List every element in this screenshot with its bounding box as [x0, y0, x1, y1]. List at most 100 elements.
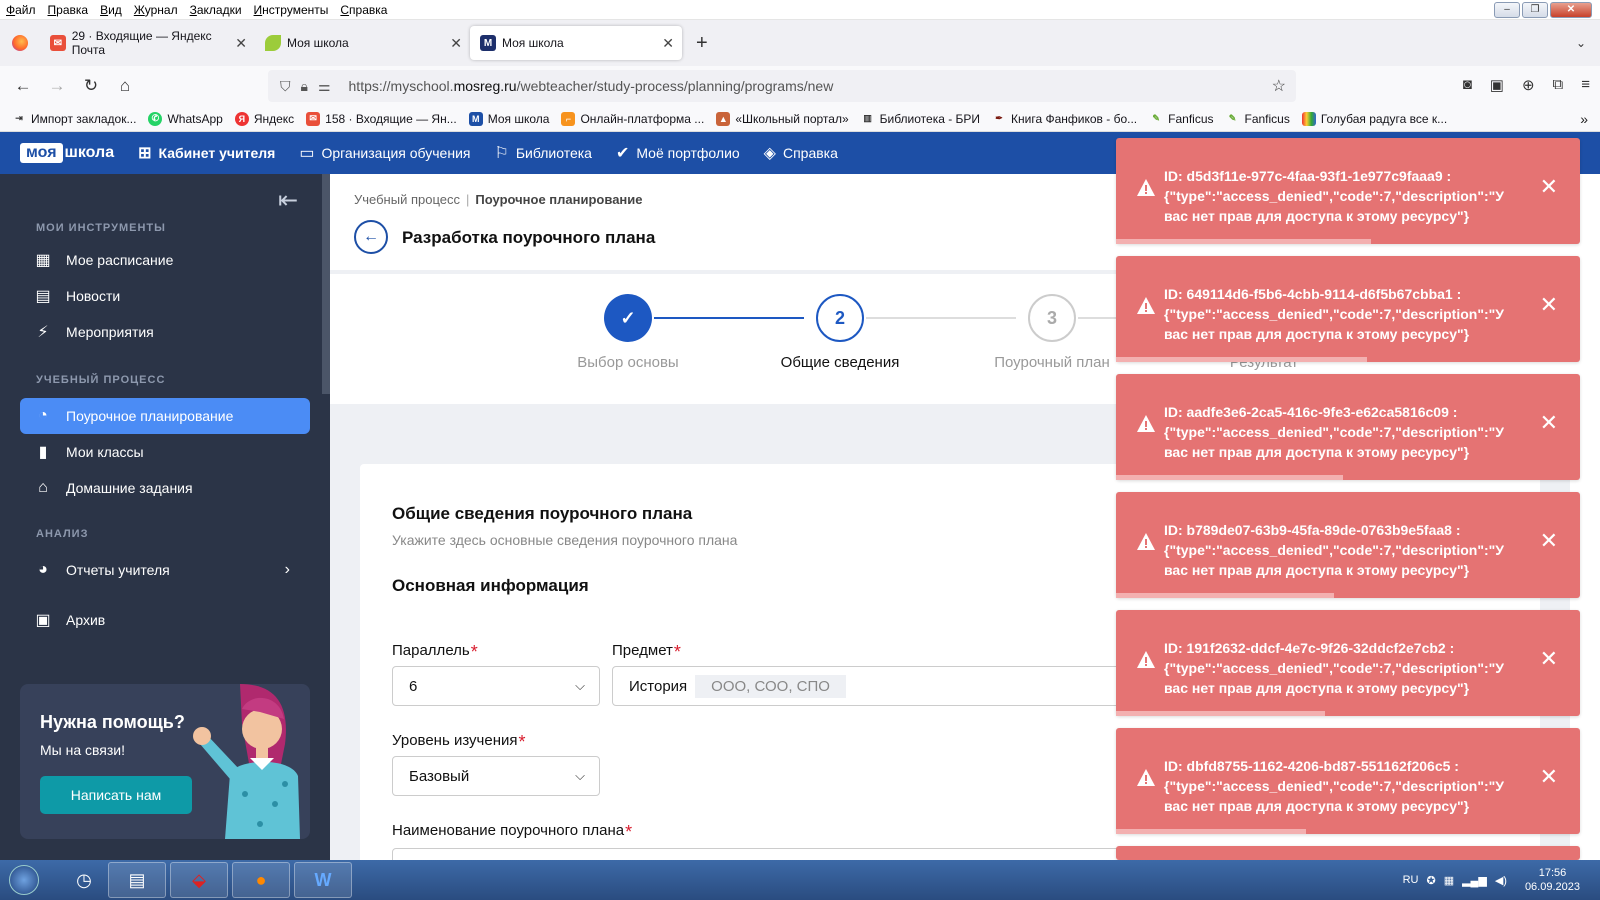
list-tabs-icon[interactable]: ⌄ — [1576, 36, 1586, 50]
step-1-check-icon[interactable]: ✓ — [604, 294, 652, 342]
pocket-icon[interactable]: ◙ — [1463, 76, 1472, 94]
volume-icon[interactable]: ◀) — [1495, 874, 1507, 887]
forward-arrow-icon[interactable]: → — [40, 76, 74, 96]
reload-icon[interactable]: ↻ — [74, 76, 108, 96]
close-tab-icon[interactable]: ✕ — [235, 35, 247, 52]
close-tab-icon[interactable]: ✕ — [450, 35, 462, 52]
more-bookmarks-icon[interactable]: » — [1580, 111, 1588, 127]
collapse-sidebar-icon[interactable]: ⇤ — [278, 186, 298, 215]
close-toast-icon[interactable]: ✕ — [1540, 292, 1558, 318]
nav-library[interactable]: ⚐ Библиотека — [494, 143, 591, 163]
parallel-select[interactable]: 6 ⌵ — [392, 666, 600, 706]
write-us-button[interactable]: Написать нам — [40, 776, 192, 814]
toast-text: ID: 191f2632-ddcf-4e7c-9f26-32ddcf2e7cb2… — [1164, 640, 1504, 696]
bookmark-star-icon[interactable]: ☆ — [1272, 76, 1286, 96]
bookmark-item[interactable]: ⌐ Онлайн-платформа ... — [561, 111, 704, 126]
bookmark-item[interactable]: ✆ WhatsApp — [148, 111, 223, 126]
sidebar-item-news[interactable]: ▤ Новости — [20, 278, 310, 314]
menu-file[interactable]: Файл — [0, 3, 42, 17]
explorer-icon[interactable]: ▤ — [108, 862, 166, 898]
toast-text: ID: b789de07-63b9-45fa-89de-0763b9e5faa8… — [1164, 522, 1504, 578]
menu-hamburger-icon[interactable]: ≡ — [1581, 76, 1590, 94]
nav-portfolio[interactable]: ✔ Моё портфолио — [616, 143, 740, 163]
extension-icon[interactable]: ▣ — [1490, 76, 1504, 94]
bookmark-item[interactable]: Я Яндекс — [234, 111, 294, 126]
bookmark-item[interactable]: ⇥ Импорт закладок... — [12, 112, 136, 126]
clock-gadget-icon[interactable]: ◷ — [64, 862, 104, 898]
tab-myschool-1[interactable]: Моя школа ✕ — [255, 26, 470, 60]
back-arrow-icon[interactable]: ← — [6, 76, 40, 96]
myschool-logo[interactable]: моя школа — [20, 143, 114, 163]
permissions-icon[interactable]: ⚌ — [318, 78, 331, 95]
clock[interactable]: 17:56 06.09.2023 — [1525, 866, 1580, 894]
sidebar-item-homework[interactable]: ⌂ Домашние задания — [20, 470, 310, 506]
network-icon[interactable]: ▂▄▆ — [1462, 874, 1487, 887]
nav-teacher-cabinet[interactable]: ⊞ Кабинет учителя — [138, 143, 275, 163]
tab-myschool-active[interactable]: M Моя школа ✕ — [470, 26, 682, 60]
close-toast-icon[interactable]: ✕ — [1540, 174, 1558, 200]
tray-device-icon[interactable]: ▦ — [1444, 874, 1454, 887]
tab-yandex-mail[interactable]: ✉ 29 · Входящие — Яндекс Почта ✕ — [40, 26, 255, 60]
warning-icon — [1137, 415, 1155, 432]
close-tab-icon[interactable]: ✕ — [662, 35, 674, 52]
sidebar-item-reports[interactable]: ◕ Отчеты учителя › — [20, 552, 310, 588]
sidebar-section-analysis: АНАЛИЗ — [36, 528, 89, 540]
tray-app-icon[interactable]: ✪ — [1426, 874, 1435, 887]
step-2-circle[interactable]: 2 — [816, 294, 864, 342]
shield-icon[interactable]: ⛉ — [280, 78, 291, 95]
sidebar-item-classes[interactable]: ▮ Мои классы — [20, 434, 310, 470]
firefox-taskbar-icon[interactable]: ● — [232, 862, 290, 898]
start-button[interactable] — [4, 860, 44, 900]
step-2-label: Общие сведения — [780, 354, 900, 371]
close-toast-icon[interactable]: ✕ — [1540, 646, 1558, 672]
pdf-reader-icon[interactable]: ⬙ — [170, 862, 228, 898]
graduation-cap-icon: ⌂ — [38, 479, 48, 496]
bookmark-item[interactable]: ▲ «Школьный портал» — [716, 111, 849, 126]
windows-logo-icon — [9, 865, 39, 895]
sidebar-scrollbar[interactable] — [322, 174, 330, 394]
sidebar-item-events[interactable]: ⚡︎ Мероприятия — [20, 314, 310, 350]
sidebar-item-lesson-planning[interactable]: ◔ Поурочное планирование — [20, 398, 310, 434]
news-icon: ▤ — [35, 288, 51, 305]
menu-view[interactable]: Вид — [94, 3, 128, 17]
close-window-button[interactable]: ✕ — [1550, 2, 1592, 18]
globe-icon[interactable]: ⊕ — [1522, 76, 1535, 94]
sidebar-item-archive[interactable]: ▣ Архив — [20, 602, 310, 638]
sidebar-item-schedule[interactable]: ▦ Мое расписание — [20, 242, 310, 278]
bookmark-item[interactable]: ▥ Библиотека - БРИ — [861, 112, 980, 126]
nav-organization[interactable]: ▭ Организация обучения — [299, 143, 470, 163]
pie-chart-icon: ◕ — [38, 561, 48, 578]
bookmark-item[interactable]: ✎ Fanficus — [1149, 112, 1213, 126]
browser-menubar: Файл Правка Вид Журнал Закладки Инструме… — [0, 0, 1600, 20]
minimize-button[interactable]: – — [1494, 2, 1520, 18]
new-tab-button[interactable]: + — [696, 32, 708, 55]
step-3-circle[interactable]: 3 — [1028, 294, 1076, 342]
firefox-icon[interactable] — [0, 35, 40, 51]
bookmark-item[interactable]: M Моя школа — [468, 111, 549, 126]
error-toast-partial — [1116, 846, 1580, 860]
menu-edit[interactable]: Правка — [42, 3, 95, 17]
word-icon[interactable]: W — [294, 862, 352, 898]
level-select[interactable]: Базовый ⌵ — [392, 756, 600, 796]
language-indicator[interactable]: RU — [1403, 874, 1419, 886]
home-icon[interactable]: ⌂ — [108, 76, 142, 96]
menu-bookmarks[interactable]: Закладки — [184, 3, 248, 17]
bookmark-item[interactable]: ✒ Книга Фанфиков - бо... — [992, 112, 1137, 126]
extensions-puzzle-icon[interactable]: ⧉ — [1553, 76, 1564, 94]
url-bar[interactable]: ⛉ 🔒︎ ⚌ https://myschool.mosreg.ru/webtea… — [268, 70, 1296, 102]
back-button[interactable]: ← — [354, 220, 388, 254]
close-toast-icon[interactable]: ✕ — [1540, 764, 1558, 790]
menu-help[interactable]: Справка — [334, 3, 393, 17]
menu-history[interactable]: Журнал — [128, 3, 184, 17]
bookmark-item[interactable]: ✎ Fanficus — [1226, 112, 1290, 126]
bookmark-item[interactable]: Голубая радуга все к... — [1301, 111, 1447, 126]
bookmark-item[interactable]: ✉ 158 · Входящие — Ян... — [306, 111, 457, 126]
menu-tools[interactable]: Инструменты — [248, 3, 335, 17]
nav-help[interactable]: ◈ Справка — [764, 143, 838, 163]
maximize-button[interactable]: ❐ — [1522, 2, 1548, 18]
breadcrumb-study-process[interactable]: Учебный процесс — [354, 192, 460, 207]
breadcrumb-lesson-planning[interactable]: Поурочное планирование — [475, 192, 642, 207]
lock-icon[interactable]: 🔒︎ — [301, 78, 308, 95]
close-toast-icon[interactable]: ✕ — [1540, 528, 1558, 554]
close-toast-icon[interactable]: ✕ — [1540, 410, 1558, 436]
